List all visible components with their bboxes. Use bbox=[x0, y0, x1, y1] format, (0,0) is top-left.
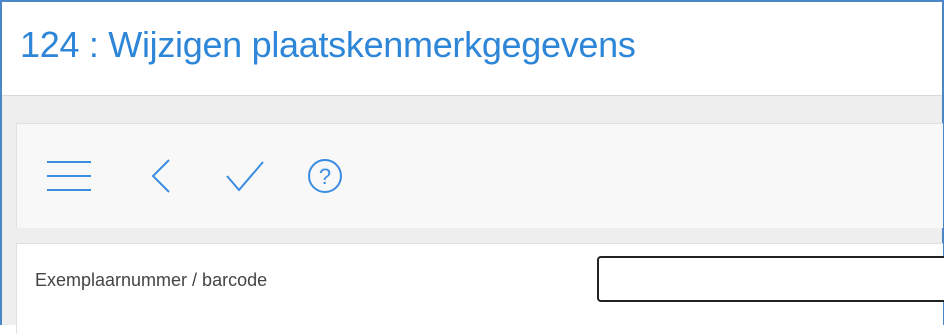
help-icon: ? bbox=[308, 159, 342, 193]
help-button[interactable]: ? bbox=[297, 150, 353, 202]
toolbar: ? bbox=[16, 123, 943, 228]
checkmark-icon bbox=[226, 161, 264, 192]
back-chevron-icon bbox=[151, 159, 170, 193]
app-window: 124 : Wijzigen plaatskenmerkgegevens ? E… bbox=[0, 0, 944, 334]
menu-button[interactable] bbox=[41, 150, 97, 202]
page-title: 124 : Wijzigen plaatskenmerkgegevens bbox=[20, 24, 636, 65]
back-button[interactable] bbox=[135, 150, 191, 202]
hamburger-menu-icon bbox=[47, 161, 91, 191]
confirm-button[interactable] bbox=[217, 150, 273, 202]
svg-text:?: ? bbox=[319, 164, 331, 189]
title-bar: 124 : Wijzigen plaatskenmerkgegevens bbox=[2, 2, 942, 96]
barcode-input[interactable] bbox=[597, 256, 944, 302]
field-label: Exemplaarnummer / barcode bbox=[35, 270, 268, 290]
form-panel: Exemplaarnummer / barcode bbox=[16, 243, 944, 334]
